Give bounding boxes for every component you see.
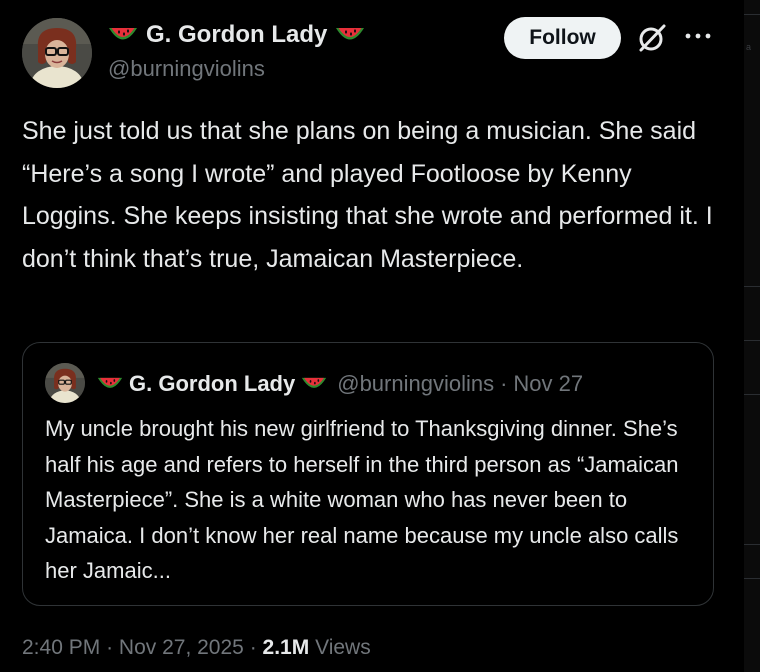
tweet-meta: 2:40 PM · Nov 27, 2025 · 2.1M Views — [22, 636, 371, 660]
avatar-image — [45, 363, 85, 403]
author-name-text: G. Gordon Lady — [146, 21, 328, 48]
watermelon-icon — [109, 28, 137, 40]
author-handle[interactable]: @burningviolins — [108, 56, 265, 82]
separator-dot: · — [249, 636, 257, 659]
author-display-name[interactable]: G. Gordon Lady — [108, 18, 365, 52]
edge-mark: a — [746, 42, 752, 52]
watermelon-icon — [97, 377, 123, 388]
views-count: 2.1M — [262, 636, 310, 659]
tweet-date[interactable]: Nov 27, 2025 — [119, 636, 244, 659]
avatar-image — [22, 18, 92, 88]
quote-author-handle: @burningviolins — [337, 371, 495, 396]
quote-author-name: G. Gordon Lady — [129, 371, 296, 396]
divider — [744, 394, 760, 395]
quote-text: My uncle brought his new girlfriend to T… — [45, 416, 679, 583]
watermelon-icon — [336, 28, 365, 40]
adjacent-panel-edge: a — [744, 0, 760, 672]
views-label: Views — [315, 636, 371, 659]
divider — [744, 14, 760, 15]
watermelon-icon — [302, 377, 327, 388]
quote-date: Nov 27 — [513, 371, 584, 396]
tweet-text: She just told us that she plans on being… — [22, 117, 713, 273]
divider — [744, 578, 760, 579]
quoted-tweet[interactable]: G. Gordon Lady @burningviolins · Nov 27 … — [22, 342, 714, 606]
separator-dot: · — [106, 636, 114, 659]
divider — [744, 340, 760, 341]
divider — [744, 544, 760, 545]
follow-button[interactable]: Follow — [504, 17, 621, 59]
tweet-time[interactable]: 2:40 PM — [22, 636, 100, 659]
divider — [744, 286, 760, 287]
author-avatar[interactable] — [22, 18, 92, 88]
separator-dot: · — [500, 371, 508, 396]
quote-author-avatar — [45, 363, 85, 403]
quote-header: G. Gordon Lady @burningviolins · Nov 27 — [97, 367, 583, 401]
grok-icon[interactable] — [636, 22, 668, 54]
more-icon[interactable] — [683, 30, 713, 42]
